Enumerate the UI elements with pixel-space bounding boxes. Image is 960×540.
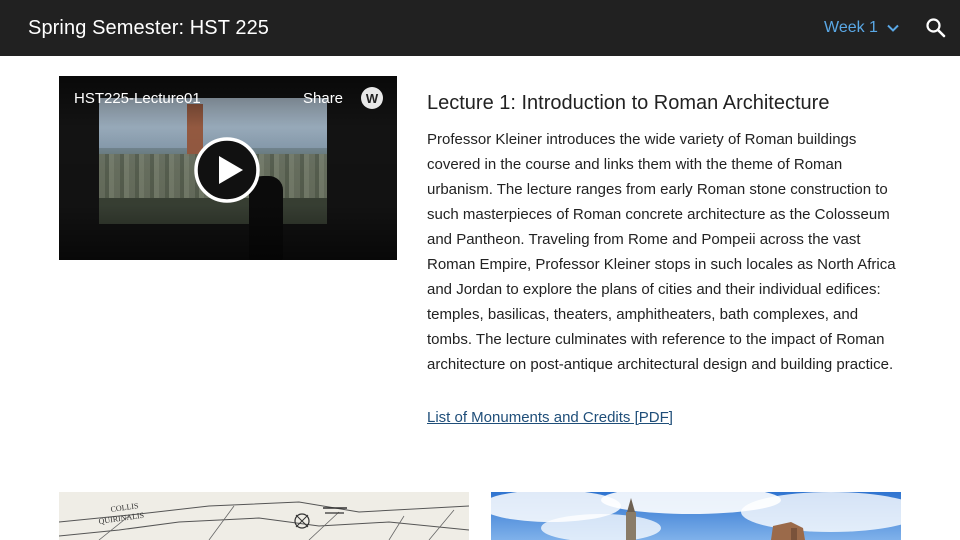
site-title[interactable]: Spring Semester: HST 225 (28, 15, 269, 41)
share-button[interactable]: Share (303, 90, 343, 107)
lecture-description: Professor Kleiner introduces the wide va… (427, 131, 896, 373)
video-player[interactable]: HST225-Lecture01 Share W (59, 76, 397, 260)
rome-forum-photo (491, 492, 901, 540)
channel-logo[interactable]: W (361, 87, 383, 109)
week-label: Week 1 (824, 19, 878, 36)
map-drawing: COLLIS QUIRINALIS (59, 492, 469, 540)
week-dropdown[interactable]: Week 1 (824, 17, 900, 39)
play-icon[interactable] (194, 137, 260, 203)
video-title[interactable]: HST225-Lecture01 (74, 90, 201, 107)
search-icon[interactable] (924, 16, 948, 40)
rome-map-image: COLLIS QUIRINALIS (59, 492, 469, 540)
top-app-bar: Spring Semester: HST 225 Week 1 (0, 0, 960, 56)
monuments-pdf-link[interactable]: List of Monuments and Credits [PDF] (427, 405, 673, 430)
photo-drawing (491, 492, 901, 540)
lecture-title: Lecture 1: Introduction to Roman Archite… (427, 92, 830, 114)
chevron-down-icon (887, 24, 899, 32)
